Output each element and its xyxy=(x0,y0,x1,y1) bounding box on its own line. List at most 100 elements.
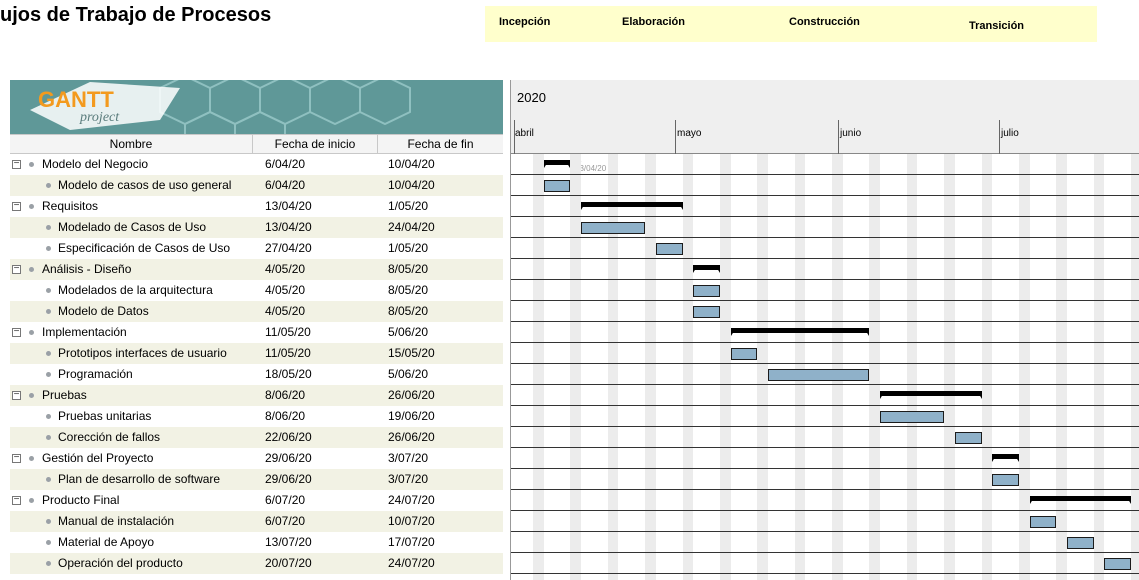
task-end-date: 3/07/20 xyxy=(388,472,429,486)
summary-bar[interactable] xyxy=(730,328,870,336)
task-row[interactable]: Programación 18/05/20 5/06/20 xyxy=(10,364,503,385)
task-row[interactable]: Modelados de la arquitectura 4/05/20 8/05/… xyxy=(10,280,503,301)
task-row[interactable]: Modelado de Casos de Uso 13/04/20 24/04/20 xyxy=(10,217,503,238)
row-gridline xyxy=(511,279,1139,280)
task-group-row[interactable]: − Pruebas 8/06/20 26/06/20 xyxy=(10,385,503,406)
task-bullet-icon xyxy=(46,309,51,314)
task-bar[interactable] xyxy=(581,222,646,234)
task-bar[interactable] xyxy=(693,285,720,297)
task-name: Implementación xyxy=(42,325,127,339)
task-row[interactable]: Corección de fallos 22/06/20 26/06/20 xyxy=(10,427,503,448)
task-group-row[interactable]: − Requisitos 13/04/20 1/05/20 xyxy=(10,196,503,217)
task-bar[interactable] xyxy=(767,369,870,381)
gantt-chart: 2020 abril mayo junio julio ▲ 13/04/20 xyxy=(510,80,1139,580)
summary-bar[interactable] xyxy=(1029,496,1132,504)
task-bar[interactable] xyxy=(1104,558,1132,570)
task-group-row[interactable]: − Análisis - Diseño 4/05/20 8/05/20 xyxy=(10,259,503,280)
task-name: Análisis - Diseño xyxy=(42,262,132,276)
weekend-shade xyxy=(832,154,843,580)
task-start-date: 27/04/20 xyxy=(265,241,312,255)
summary-bar[interactable] xyxy=(693,265,720,273)
phase-transition: Transición xyxy=(969,20,1025,32)
task-bullet-icon xyxy=(46,225,51,230)
task-group-row[interactable]: − Producto Final 6/07/20 24/07/20 xyxy=(10,490,503,511)
task-start-date: 20/07/20 xyxy=(265,556,312,570)
task-start-date: 18/05/20 xyxy=(265,367,312,381)
task-bullet-icon xyxy=(46,540,51,545)
row-gridline xyxy=(511,489,1139,490)
task-group-row[interactable]: − Implementación 11/05/20 5/06/20 xyxy=(10,322,503,343)
task-bar[interactable] xyxy=(992,474,1019,486)
collapse-icon[interactable]: − xyxy=(12,390,21,400)
weekend-shade xyxy=(570,154,582,580)
collapse-icon[interactable]: − xyxy=(12,159,21,169)
task-row[interactable]: Operación del producto 20/07/20 24/07/20 xyxy=(10,553,503,574)
collapse-icon[interactable]: − xyxy=(12,264,21,274)
task-row[interactable]: Manual de instalación 6/07/20 10/07/20 xyxy=(10,511,503,532)
collapse-icon[interactable]: − xyxy=(12,453,21,463)
task-end-date: 24/07/20 xyxy=(388,556,435,570)
summary-bar[interactable] xyxy=(992,454,1019,462)
collapse-icon[interactable]: − xyxy=(12,495,21,505)
task-end-date: 8/05/20 xyxy=(388,262,429,276)
task-row[interactable]: Especificación de Casos de Uso 27/04/20 1/… xyxy=(10,238,503,259)
task-group-row[interactable]: − Gestión del Proyecto 29/06/20 3/07/20 xyxy=(10,448,503,469)
task-bullet-icon xyxy=(29,267,34,272)
task-start-date: 4/05/20 xyxy=(265,262,306,276)
row-gridline xyxy=(511,531,1139,532)
task-end-date: 8/05/20 xyxy=(388,283,429,297)
collapse-icon[interactable]: − xyxy=(12,201,21,211)
task-bar[interactable] xyxy=(693,306,720,318)
task-bar[interactable] xyxy=(954,432,982,444)
task-bar[interactable] xyxy=(730,348,758,360)
task-group-row[interactable]: − Modelo del Negocio 6/04/20 10/04/20 xyxy=(10,154,503,175)
row-gridline xyxy=(511,384,1139,385)
task-end-date: 8/05/20 xyxy=(388,304,429,318)
column-header-start[interactable]: Fecha de inicio xyxy=(253,135,378,153)
weekend-shade xyxy=(1131,154,1139,580)
task-bar[interactable] xyxy=(655,243,683,255)
summary-bar[interactable] xyxy=(880,391,982,399)
weekend-shade xyxy=(794,154,806,580)
task-start-date: 4/05/20 xyxy=(265,304,306,318)
hexagon-pattern-icon: GANTT project xyxy=(30,80,411,134)
weekend-shade xyxy=(533,154,544,580)
phase-elaboration: Elaboración xyxy=(622,16,685,28)
task-start-date: 8/06/20 xyxy=(265,409,306,423)
task-end-date: 5/06/20 xyxy=(388,367,429,381)
column-header-end[interactable]: Fecha de fin xyxy=(378,135,503,153)
task-end-date: 1/05/20 xyxy=(388,199,429,213)
task-end-date: 1/05/20 xyxy=(388,241,429,255)
task-row[interactable]: Plan de desarrollo de software 29/06/20 3/… xyxy=(10,469,503,490)
task-bar[interactable] xyxy=(1067,537,1094,549)
summary-bar[interactable] xyxy=(581,202,683,210)
table-header: Nombre Fecha de inicio Fecha de fin xyxy=(10,134,503,154)
task-bullet-icon xyxy=(46,246,51,251)
task-end-date: 19/06/20 xyxy=(388,409,435,423)
task-row[interactable]: Prototipos interfaces de usuario 11/05/20… xyxy=(10,343,503,364)
task-bar[interactable] xyxy=(1029,516,1057,528)
month-label-april: abril xyxy=(515,128,534,139)
column-header-name[interactable]: Nombre xyxy=(10,135,253,153)
task-row[interactable]: Modelo de Datos 4/05/20 8/05/20 xyxy=(10,301,503,322)
task-start-date: 29/06/20 xyxy=(265,472,312,486)
task-row[interactable]: Modelo de casos de uso general 6/04/20 10/… xyxy=(10,175,503,196)
task-bullet-icon xyxy=(46,519,51,524)
task-start-date: 11/05/20 xyxy=(265,346,311,360)
task-end-date: 24/04/20 xyxy=(388,220,435,234)
task-row[interactable]: Material de Apoyo 13/07/20 17/07/20 xyxy=(10,532,503,553)
month-divider xyxy=(675,120,676,154)
weekend-shade xyxy=(869,154,881,580)
task-bar[interactable] xyxy=(543,180,571,192)
task-row[interactable]: Pruebas unitarias 8/06/20 19/06/20 xyxy=(10,406,503,427)
task-bullet-icon xyxy=(29,162,34,167)
weekend-shade xyxy=(682,154,694,580)
weekend-shade xyxy=(1056,154,1067,580)
summary-bar[interactable] xyxy=(543,160,571,168)
month-divider xyxy=(838,120,839,154)
weekend-shade xyxy=(607,154,619,580)
weekend-shade xyxy=(981,154,993,580)
task-start-date: 6/04/20 xyxy=(265,157,306,171)
task-bar[interactable] xyxy=(880,411,945,423)
collapse-icon[interactable]: − xyxy=(12,327,21,337)
